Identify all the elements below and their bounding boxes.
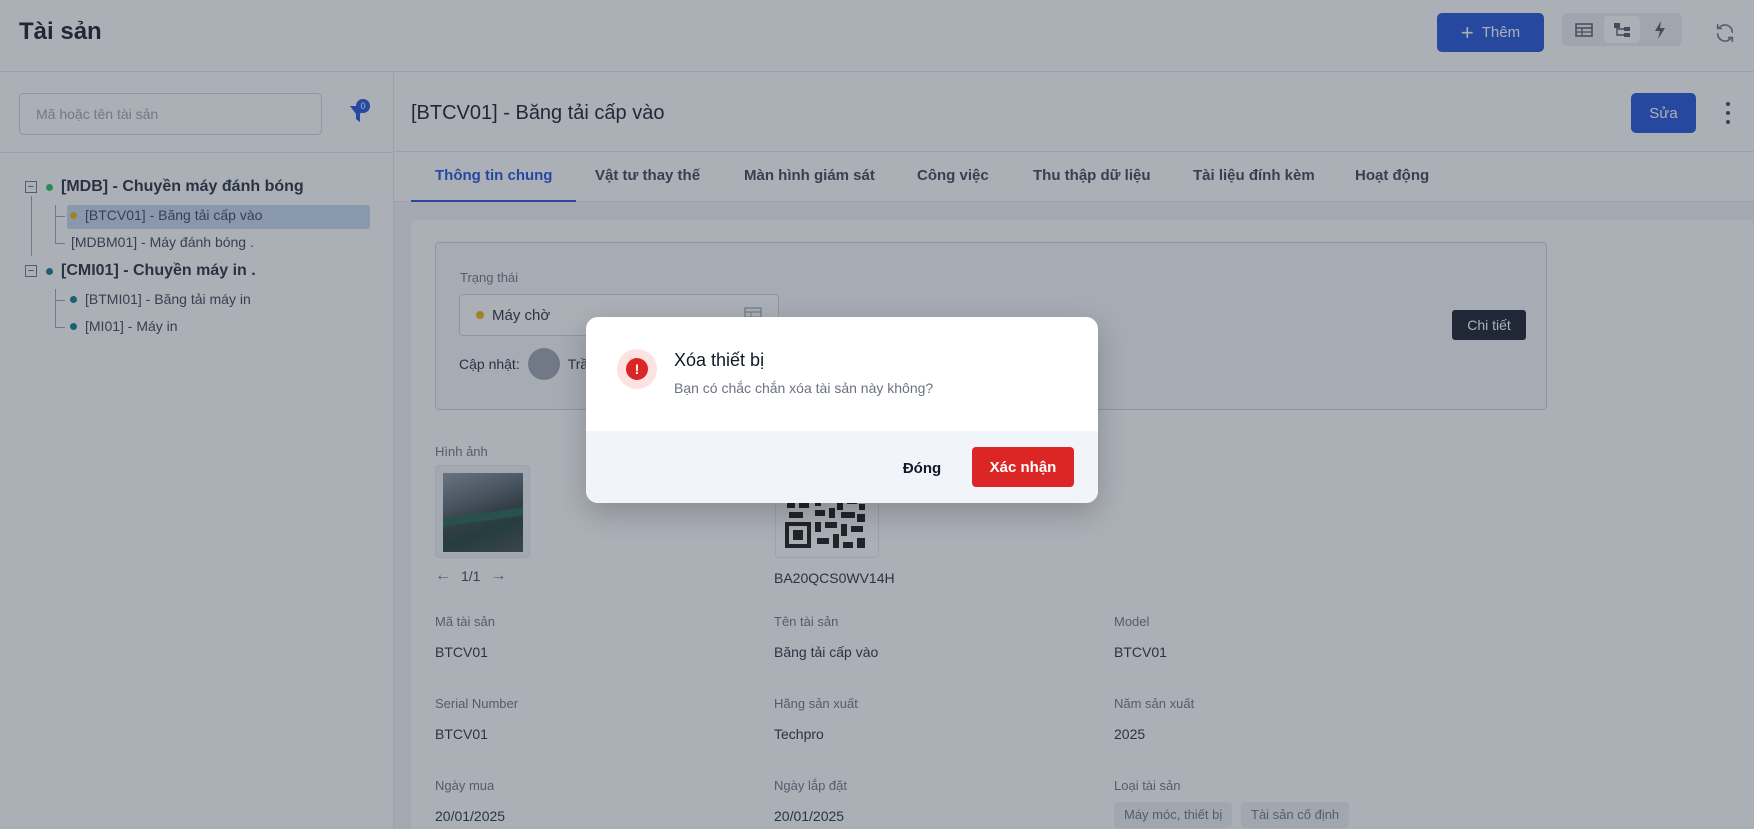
dialog-footer: Đóng Xác nhận (586, 431, 1098, 503)
close-button[interactable]: Đóng (892, 448, 952, 488)
warning-icon-wrap: ! (617, 349, 657, 389)
confirm-button[interactable]: Xác nhận (972, 447, 1074, 487)
alert-icon: ! (626, 358, 648, 380)
delete-confirm-dialog: ! Xóa thiết bị Bạn có chắc chắn xóa tài … (586, 317, 1098, 503)
dialog-title: Xóa thiết bị (674, 350, 765, 370)
dialog-message: Bạn có chắc chắn xóa tài sản này không? (674, 380, 934, 396)
